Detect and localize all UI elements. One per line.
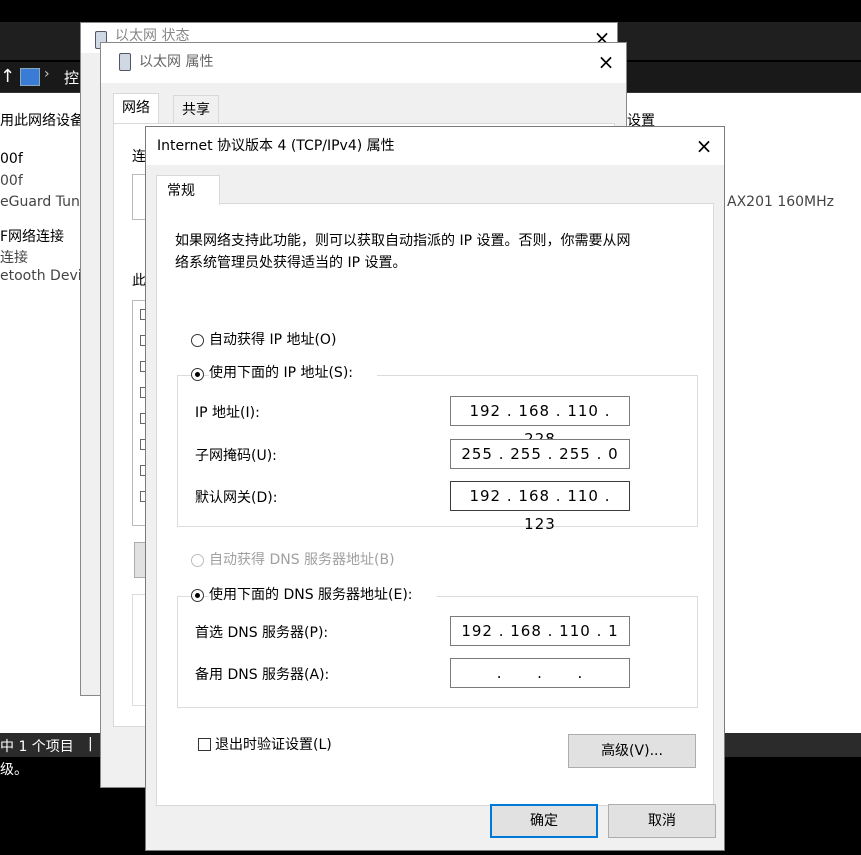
adapter-status: 连接	[0, 250, 28, 266]
command-bar-item[interactable]: 用此网络设备	[0, 110, 84, 130]
subnet-mask-label: 子网掩码(U):	[195, 448, 277, 464]
validate-on-exit-checkbox[interactable]	[198, 738, 211, 751]
properties-window-title: 以太网 属性	[139, 54, 214, 70]
auto-ip-radio[interactable]	[191, 334, 204, 347]
adapter-name[interactable]: 00f	[0, 151, 23, 167]
manual-dns-label[interactable]: 使用下面的 DNS 服务器地址(E):	[209, 584, 437, 604]
default-gateway-label: 默认网关(D):	[195, 490, 278, 506]
alternate-dns-input[interactable]: . . .	[450, 658, 630, 688]
ip-address-input[interactable]: 192 . 168 . 110 . 228	[450, 396, 630, 448]
ok-button[interactable]: 确定	[490, 804, 598, 838]
close-icon[interactable]: ×	[689, 131, 719, 161]
preferred-dns-label: 首选 DNS 服务器(P):	[195, 625, 329, 641]
this-connection-label: 此	[132, 273, 146, 289]
preferred-dns-input[interactable]: 192 . 168 . 110 . 1	[450, 616, 630, 646]
adapter-status: 00f	[0, 173, 23, 189]
auto-dns-radio[interactable]	[191, 554, 204, 567]
tab-sharing[interactable]: 共享	[173, 95, 219, 123]
chevron-right-icon: ›	[44, 66, 50, 82]
advanced-button[interactable]: 高级(V)...	[568, 734, 696, 768]
adapter-name[interactable]: F网络连接	[0, 226, 64, 246]
subnet-mask-input[interactable]: 255 . 255 . 255 . 0	[450, 439, 630, 469]
cancel-button[interactable]: 取消	[608, 804, 716, 838]
selection-count: 中 1 个项目	[0, 739, 74, 755]
auto-ip-label[interactable]: 自动获得 IP 地址(O)	[209, 329, 336, 349]
network-folder-icon	[20, 68, 40, 86]
dialog-titlebar: Internet 协议版本 4 (TCP/IPv4) 属性 ×	[146, 127, 724, 165]
default-gateway-input[interactable]: 192 . 168 . 110 . 123	[450, 481, 630, 533]
validate-on-exit-label[interactable]: 退出时验证设置(L)	[215, 734, 332, 754]
network-adapter-icon	[119, 53, 131, 71]
tcpip-properties-dialog: Internet 协议版本 4 (TCP/IPv4) 属性 × 常规 如果网络支…	[145, 126, 725, 851]
description-line-2: 络系统管理员处获得适当的 IP 设置。	[175, 255, 407, 271]
ip-address-label: IP 地址(I):	[195, 405, 260, 421]
adapter-device: AX201 160MHz	[727, 194, 835, 210]
tab-network[interactable]: 网络	[113, 93, 159, 123]
description-line-1: 如果网络支持此功能，则可以获取自动指派的 IP 设置。否则，你需要从网	[175, 233, 631, 249]
general-panel: 如果网络支持此功能，则可以获取自动指派的 IP 设置。否则，你需要从网 络系统管…	[156, 203, 714, 806]
adapter-device: eGuard Tun	[0, 194, 80, 210]
auto-dns-label[interactable]: 自动获得 DNS 服务器地址(B)	[209, 549, 395, 569]
address-breadcrumb[interactable]: 控	[64, 67, 79, 88]
close-icon[interactable]: ×	[591, 47, 621, 77]
bottom-text: 级。	[0, 762, 28, 778]
manual-dns-group	[177, 596, 698, 708]
tab-general[interactable]: 常规	[156, 175, 220, 205]
connect-using-label: 连	[132, 149, 146, 165]
status-divider: |	[88, 736, 93, 752]
adapter-device: etooth Devi	[0, 268, 82, 284]
manual-ip-radio[interactable]	[191, 368, 204, 381]
manual-ip-label[interactable]: 使用下面的 IP 地址(S):	[209, 362, 377, 382]
alternate-dns-label: 备用 DNS 服务器(A):	[195, 667, 330, 683]
manual-dns-radio[interactable]	[191, 589, 204, 602]
properties-window-titlebar: 以太网 属性 ×	[101, 43, 626, 83]
dialog-title: Internet 协议版本 4 (TCP/IPv4) 属性	[157, 138, 395, 154]
up-arrow-icon[interactable]: ↑	[0, 66, 15, 87]
